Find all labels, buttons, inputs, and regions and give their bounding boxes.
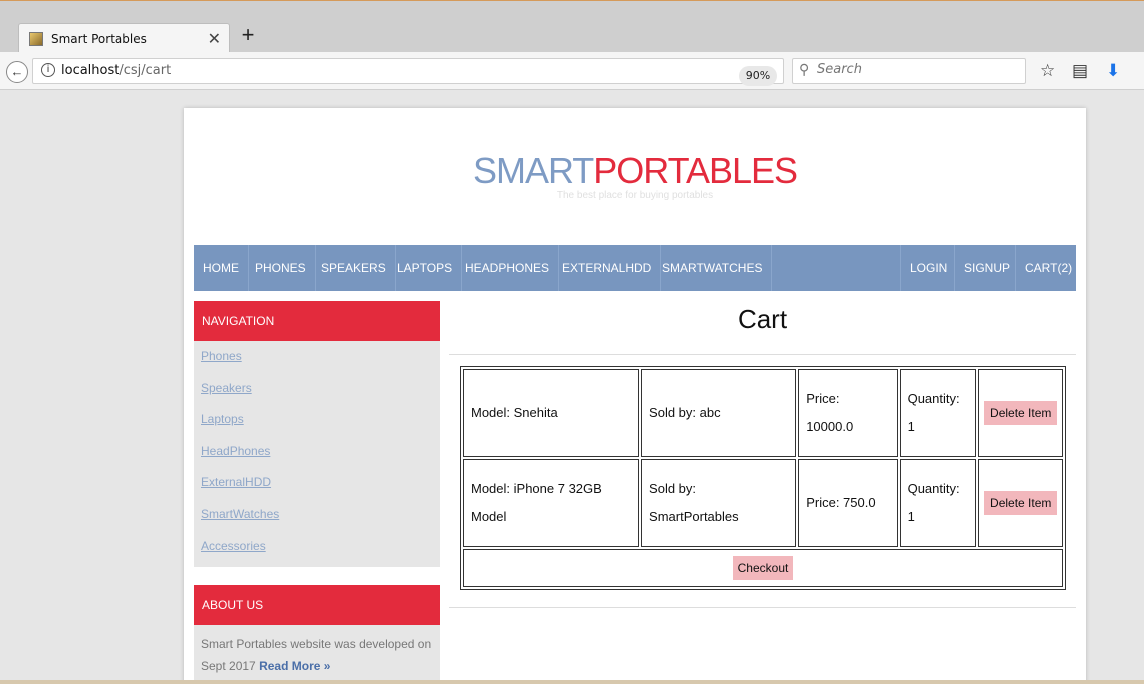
site-tagline: The best place for buying portables: [556, 190, 714, 201]
nav-cart[interactable]: CART(2): [1015, 245, 1081, 291]
nav-laptops[interactable]: LAPTOPS: [388, 245, 463, 291]
browser-tabstrip: Smart Portables ✕ +: [0, 0, 1144, 53]
item-model: Model: iPhone 7 32GB Model: [463, 459, 640, 547]
browser-search-input[interactable]: [817, 62, 1017, 77]
download-arrow-icon[interactable]: ⬇: [1106, 61, 1120, 81]
page-title: Cart: [449, 301, 1076, 355]
window-bottom-edge: [0, 680, 1144, 684]
nav-login[interactable]: LOGIN: [900, 245, 956, 291]
nav-phones[interactable]: PHONES: [246, 245, 316, 291]
logo-part-portables: PORTABLES: [593, 150, 798, 191]
address-bar[interactable]: i localhost/csj/cart 90% ↻: [32, 58, 807, 86]
item-quantity: Quantity: 1: [899, 459, 977, 547]
checkout-button[interactable]: Checkout: [732, 556, 794, 580]
table-row: Model: iPhone 7 32GB Model Sold by: Smar…: [463, 459, 1063, 547]
back-arrow-icon[interactable]: ←: [6, 61, 28, 83]
nav-headphones[interactable]: HEADPHONES: [456, 245, 560, 291]
item-model: Model: Snehita: [463, 369, 640, 457]
browser-tab[interactable]: Smart Portables ✕: [18, 23, 230, 53]
sidebar-link-smartwatches[interactable]: SmartWatches: [194, 499, 440, 531]
sidebar-about: ABOUT US Smart Portables website was dev…: [194, 585, 440, 684]
delete-item-button[interactable]: Delete Item: [984, 491, 1058, 515]
browser-navbar: ← i localhost/csj/cart 90% ↻ ⚲ ☆ ▤ ⬇: [0, 52, 1144, 90]
sidebar-link-speakers[interactable]: Speakers: [194, 373, 440, 405]
sidebar-link-laptops[interactable]: Laptops: [194, 404, 440, 436]
table-row: Model: Snehita Sold by: abc Price: 10000…: [463, 369, 1063, 457]
site-favicon-icon: [29, 32, 43, 46]
browser-search-box[interactable]: ⚲: [792, 58, 1026, 84]
sidebar-link-accessories[interactable]: Accessories: [194, 531, 440, 563]
item-sold-by: Sold by: abc: [641, 369, 797, 457]
item-action-cell: Delete Item: [978, 459, 1063, 547]
url-text[interactable]: localhost/csj/cart: [61, 63, 171, 78]
site-logo[interactable]: SMARTPORTABLES: [184, 150, 1086, 192]
sidebar-link-list: Phones Speakers Laptops HeadPhones Exter…: [194, 341, 440, 562]
nav-home[interactable]: HOME: [194, 245, 249, 291]
checkout-row: Checkout: [463, 549, 1063, 587]
item-quantity: Quantity: 1: [899, 369, 977, 457]
close-tab-icon[interactable]: ✕: [208, 29, 221, 49]
item-sold-by: Sold by: SmartPortables: [641, 459, 797, 547]
search-icon: ⚲: [799, 62, 810, 78]
sidebar-link-phones[interactable]: Phones: [194, 341, 440, 373]
content-divider: [449, 607, 1076, 608]
nav-speakers[interactable]: SPEAKERS: [312, 245, 396, 291]
read-more-link[interactable]: Read More »: [259, 659, 330, 673]
sidebar-navigation-title: NAVIGATION: [194, 301, 440, 341]
sidebar-about-title: ABOUT US: [194, 585, 440, 625]
zoom-level-badge[interactable]: 90%: [739, 66, 777, 86]
sidebar-link-headphones[interactable]: HeadPhones: [194, 436, 440, 468]
url-path: /csj/cart: [119, 63, 172, 78]
tab-title: Smart Portables: [51, 32, 147, 46]
sidebar-link-externalhdd[interactable]: ExternalHDD: [194, 467, 440, 499]
url-host: localhost: [61, 63, 120, 78]
bookmark-star-icon[interactable]: ☆: [1040, 61, 1055, 81]
main-nav: HOME PHONES SPEAKERS LAPTOPS HEADPHONES …: [194, 245, 1076, 291]
nav-signup[interactable]: SIGNUP: [954, 245, 1019, 291]
sidebar-navigation: NAVIGATION Phones Speakers Laptops HeadP…: [194, 301, 440, 567]
info-icon[interactable]: i: [41, 63, 55, 77]
item-price: Price: 10000.0: [798, 369, 898, 457]
new-tab-icon[interactable]: +: [236, 23, 260, 49]
delete-item-button[interactable]: Delete Item: [984, 401, 1058, 425]
reading-list-icon[interactable]: ▤: [1072, 61, 1088, 81]
cart-table: Model: Snehita Sold by: abc Price: 10000…: [460, 366, 1066, 590]
checkout-cell: Checkout: [463, 549, 1063, 587]
item-price: Price: 750.0: [798, 459, 898, 547]
page-container: SMARTPORTABLES The best place for buying…: [184, 108, 1086, 684]
nav-externalhdd[interactable]: EXTERNALHDD: [553, 245, 662, 291]
nav-smartwatches[interactable]: SMARTWATCHES: [653, 245, 773, 291]
about-text-block: Smart Portables website was developed on…: [194, 625, 440, 684]
logo-part-smart: SMART: [472, 150, 594, 191]
item-action-cell: Delete Item: [978, 369, 1063, 457]
